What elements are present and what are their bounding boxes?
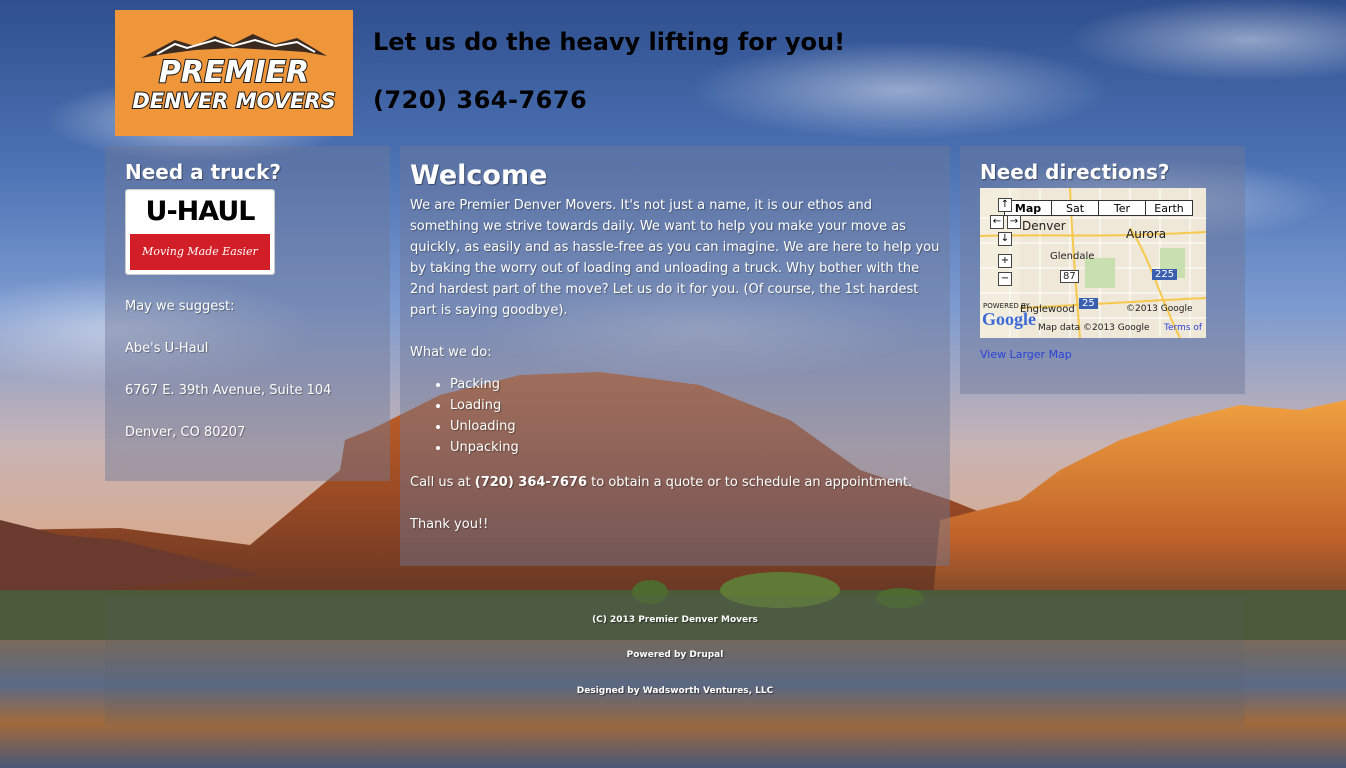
footer-powered-by[interactable]: Powered by Drupal	[105, 650, 1245, 660]
business-address: 6767 E. 39th Avenue, Suite 104	[125, 383, 332, 398]
map-copyright: ©2013 Google	[1126, 304, 1193, 314]
tab-earth[interactable]: Earth	[1145, 200, 1193, 216]
services-list: Packing Loading Unloading Unpacking	[410, 374, 940, 458]
suggest-label: May we suggest:	[125, 299, 235, 314]
premier-logo-graphic: PREMIER DENVER MOVERS	[131, 34, 337, 114]
welcome-intro: We are Premier Denver Movers. It's not j…	[410, 198, 940, 318]
header-phone: (720) 364-7676	[373, 86, 588, 114]
site-footer: (C) 2013 Premier Denver Movers Powered b…	[105, 596, 1245, 726]
google-map[interactable]: Map Sat Ter Earth ↑ ← → ↓ + − Denver Aur…	[980, 188, 1206, 338]
list-item: Unloading	[450, 416, 940, 437]
map-terms-link[interactable]: Terms of	[1164, 323, 1202, 333]
zoom-out-icon[interactable]: −	[998, 272, 1012, 286]
view-larger-map-link[interactable]: View Larger Map	[980, 348, 1225, 361]
truck-panel: Need a truck? U-HAUL Moving Made Easier …	[105, 146, 390, 481]
map-type-tabs: Map Sat Ter Earth	[1004, 200, 1193, 216]
pan-right-icon[interactable]: →	[1007, 215, 1021, 229]
uhaul-logo[interactable]: U-HAUL Moving Made Easier	[125, 189, 275, 275]
svg-text:DENVER MOVERS: DENVER MOVERS	[132, 89, 335, 113]
uhaul-brand: U-HAUL	[145, 196, 256, 227]
highway-225-shield: 225	[1152, 269, 1178, 280]
highway-25-shield: 25	[1079, 298, 1098, 309]
call-prefix: Call us at	[410, 475, 475, 490]
map-label-aurora: Aurora	[1126, 227, 1167, 241]
tab-sat[interactable]: Sat	[1051, 200, 1099, 216]
pan-left-icon[interactable]: ←	[990, 215, 1004, 229]
header-tagline: Let us do the heavy lifting for you!	[373, 28, 846, 56]
call-us-text: Call us at (720) 364-7676 to obtain a qu…	[410, 472, 940, 493]
tab-ter[interactable]: Ter	[1098, 200, 1146, 216]
call-suffix: to obtain a quote or to schedule an appo…	[587, 475, 913, 490]
highway-87-shield: 87	[1060, 270, 1079, 283]
google-logo[interactable]: Google	[982, 309, 1036, 330]
welcome-panel: Welcome We are Premier Denver Movers. It…	[400, 146, 950, 566]
business-name: Abe's U-Haul	[125, 341, 209, 356]
site-logo[interactable]: PREMIER DENVER MOVERS	[115, 10, 353, 136]
pan-up-icon[interactable]: ↑	[998, 198, 1012, 212]
welcome-title: Welcome	[410, 160, 548, 191]
zoom-in-icon[interactable]: +	[998, 254, 1012, 268]
list-item: Loading	[450, 395, 940, 416]
call-phone: (720) 364-7676	[474, 475, 588, 490]
uhaul-slogan: Moving Made Easier	[130, 234, 270, 270]
directions-panel: Need directions? Map Sat Ter Earth ↑ ← →…	[960, 146, 1245, 394]
pan-down-icon[interactable]: ↓	[998, 232, 1012, 246]
map-data-credit: Map data ©2013 Google	[1038, 323, 1150, 333]
thank-you-text: Thank you!!	[410, 517, 489, 532]
business-city: Denver, CO 80207	[125, 425, 246, 440]
footer-copyright: (C) 2013 Premier Denver Movers	[592, 615, 758, 625]
list-item: Packing	[450, 374, 940, 395]
list-item: Unpacking	[450, 437, 940, 458]
map-label-glendale: Glendale	[1050, 251, 1095, 262]
footer-designed-by[interactable]: Designed by Wadsworth Ventures, LLC	[105, 686, 1245, 696]
map-label-denver: Denver	[1022, 219, 1066, 233]
svg-text:PREMIER: PREMIER	[159, 55, 309, 90]
what-we-do-label: What we do:	[410, 345, 492, 360]
truck-panel-title: Need a truck?	[125, 160, 282, 184]
directions-panel-title: Need directions?	[980, 160, 1170, 184]
